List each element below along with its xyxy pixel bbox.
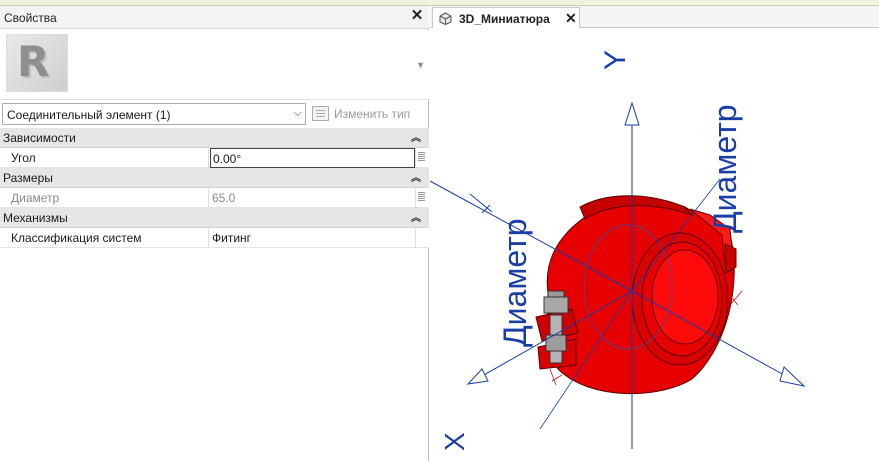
revit-logo-icon: R (6, 34, 68, 92)
group-label: Механизмы (3, 211, 68, 225)
property-row-system-classification[interactable]: Классификация систем Фитинг (0, 228, 429, 248)
collapse-chevrons-icon[interactable]: ︽ (411, 209, 421, 224)
property-value: 65.0 (212, 191, 236, 205)
row-scroll-grip[interactable] (415, 188, 427, 208)
view-tab-bar: 3D_Миниатюра ✕ (430, 6, 879, 28)
dimension-label-right[interactable]: Диаметр (707, 104, 743, 233)
diameter-value-field: 65.0 (210, 188, 415, 208)
type-selector-row: Соединительный элемент (1) ⌵ Изменить ти… (0, 102, 429, 128)
group-header-mechanical[interactable]: Механизмы ︽ (0, 208, 429, 228)
type-selector-dropdown[interactable]: Соединительный элемент (1) ⌵ (2, 103, 306, 125)
group-label: Размеры (3, 171, 53, 185)
close-icon[interactable]: ✕ (565, 10, 577, 27)
system-classification-value: Фитинг (210, 228, 415, 248)
type-selector-value: Соединительный элемент (1) (7, 108, 171, 122)
group-label: Зависимости (3, 131, 76, 145)
property-name: Угол (11, 151, 36, 165)
chevron-down-icon[interactable]: ⌵ (294, 107, 302, 120)
edit-type-button[interactable]: Изменить тип (310, 103, 426, 125)
tab-label: 3D_Миниатюра (459, 12, 550, 26)
group-header-constraints[interactable]: Зависимости ︽ (0, 128, 429, 148)
collapse-chevrons-icon[interactable]: ︽ (411, 129, 421, 144)
property-row-angle[interactable]: Угол 0.00° (0, 148, 429, 168)
coupling-fitting[interactable] (535, 195, 737, 395)
group-header-dimensions[interactable]: Размеры ︽ (0, 168, 429, 188)
angle-value-field[interactable]: 0.00° (210, 148, 415, 168)
property-value: Фитинг (212, 231, 252, 245)
properties-panel: Свойства ✕ R ▼ Соединительный элемент (1… (0, 6, 429, 461)
edit-type-icon (312, 106, 329, 121)
properties-grid: Зависимости ︽ Угол 0.00° Размеры ︽ Диаме… (0, 128, 429, 248)
axis-y-label: Y (599, 50, 632, 70)
chevron-down-icon[interactable]: ▼ (416, 60, 425, 70)
property-row-diameter[interactable]: Диаметр 65.0 (0, 188, 429, 208)
property-name: Диаметр (11, 191, 60, 205)
3d-view-icon (439, 12, 452, 25)
property-name: Классификация систем (11, 231, 142, 245)
row-scroll-grip[interactable] (415, 148, 427, 168)
close-icon[interactable]: ✕ (409, 8, 425, 24)
collapse-chevrons-icon[interactable]: ︽ (411, 169, 421, 184)
property-value: 0.00° (213, 152, 242, 166)
axis-x-label: X (439, 432, 470, 451)
3d-view-canvas[interactable]: Y X Диаметр Диаметр (430, 29, 879, 461)
properties-title: Свойства (4, 11, 57, 25)
dimension-label-left[interactable]: Диаметр (497, 218, 533, 347)
edit-type-label: Изменить тип (334, 107, 411, 121)
row-scroll-cell (415, 228, 427, 248)
type-preview[interactable]: R ▼ (0, 30, 429, 100)
3d-view-drawing[interactable]: Y X Диаметр Диаметр (430, 29, 879, 461)
properties-title-bar: Свойства ✕ (0, 6, 429, 29)
tab-3d-view[interactable]: 3D_Миниатюра ✕ (432, 7, 580, 28)
